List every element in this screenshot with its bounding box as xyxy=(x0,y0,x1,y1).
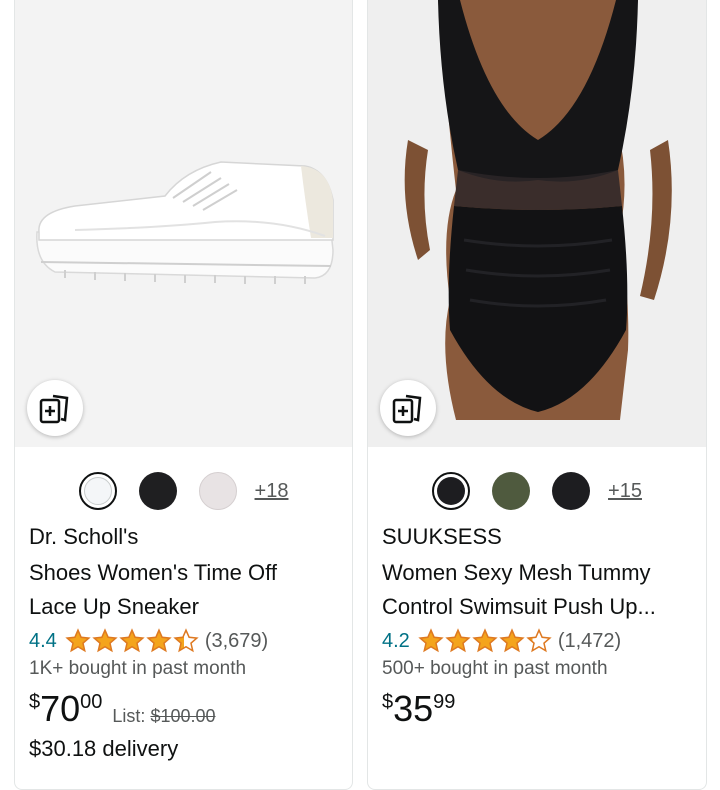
star-shape xyxy=(526,628,552,653)
price-symbol: $ xyxy=(382,691,394,713)
price-fraction: 99 xyxy=(433,691,456,713)
review-count[interactable]: (3,679) xyxy=(205,630,268,653)
color-swatches: +15 xyxy=(368,468,706,514)
bought-count: 1K+ bought in past month xyxy=(29,658,247,679)
star-rating-icon xyxy=(418,628,552,654)
swatch-black[interactable] xyxy=(432,472,471,510)
compare-button[interactable] xyxy=(27,380,83,436)
brand-name: Dr. Scholl's xyxy=(29,524,139,549)
price: $ 35 99 xyxy=(382,688,455,730)
more-colors-link[interactable]: +18 xyxy=(255,480,289,503)
star-icon xyxy=(119,628,145,653)
swatch-black-2[interactable] xyxy=(552,472,591,510)
star-icon xyxy=(472,628,498,653)
rating-row[interactable]: 4.4 (3,679) xyxy=(29,626,268,656)
star-shape xyxy=(173,628,199,653)
bought-count: 500+ bought in past month xyxy=(382,658,608,679)
color-swatches: +18 xyxy=(15,468,352,514)
product-image-sneaker[interactable] xyxy=(15,0,352,447)
star-icon xyxy=(173,628,199,653)
star-shape xyxy=(472,628,498,653)
product-title[interactable]: Shoes Women's Time Off Lace Up Sneaker xyxy=(29,556,329,624)
product-card-swimsuit[interactable]: +15 SUUKSESS Women Sexy Mesh Tummy Contr… xyxy=(367,0,707,790)
star-icon xyxy=(418,628,444,653)
price: $ 70 00 List: $100.00 xyxy=(29,688,216,730)
swatch-white[interactable] xyxy=(78,472,117,510)
rating-row[interactable]: 4.2 (1,472) xyxy=(382,626,621,656)
swimsuit-image xyxy=(368,0,706,447)
star-icon xyxy=(92,628,118,653)
delivery-price: $30.18 delivery xyxy=(29,736,179,761)
compare-cards-icon xyxy=(39,394,69,424)
swatch-black[interactable] xyxy=(138,472,177,510)
more-colors-link[interactable]: +15 xyxy=(608,480,642,503)
brand-name: SUUKSESS xyxy=(382,524,502,549)
swatch-light-pink[interactable] xyxy=(198,472,237,510)
list-label: List: xyxy=(112,706,151,726)
star-shape xyxy=(499,628,525,653)
review-count[interactable]: (1,472) xyxy=(558,630,621,653)
star-shape xyxy=(92,628,118,653)
compare-button[interactable] xyxy=(380,380,436,436)
star-icon xyxy=(146,628,172,653)
star-rating-icon xyxy=(65,628,199,654)
star-shape xyxy=(418,628,444,653)
price-whole: 35 xyxy=(393,688,434,729)
rating-value: 4.4 xyxy=(29,629,57,652)
price-whole: 70 xyxy=(40,688,81,729)
product-title[interactable]: Women Sexy Mesh Tummy Control Swimsuit P… xyxy=(382,556,682,624)
price-symbol: $ xyxy=(29,691,41,713)
star-shape xyxy=(65,628,91,653)
compare-cards-icon xyxy=(392,394,422,424)
star-shape xyxy=(146,628,172,653)
star-shape xyxy=(119,628,145,653)
product-image-swimsuit[interactable] xyxy=(368,0,706,447)
star-icon xyxy=(65,628,91,653)
sneaker-image xyxy=(15,0,352,447)
star-icon xyxy=(526,628,552,653)
rating-value: 4.2 xyxy=(382,629,410,652)
price-fraction: 00 xyxy=(80,691,103,713)
list-price: List: $100.00 xyxy=(112,706,215,727)
star-shape xyxy=(445,628,471,653)
swatch-olive[interactable] xyxy=(492,472,531,510)
product-card-sneaker[interactable]: +18 Dr. Scholl's Shoes Women's Time Off … xyxy=(14,0,353,790)
star-icon xyxy=(445,628,471,653)
list-price-value: $100.00 xyxy=(150,706,216,726)
star-icon xyxy=(499,628,525,653)
